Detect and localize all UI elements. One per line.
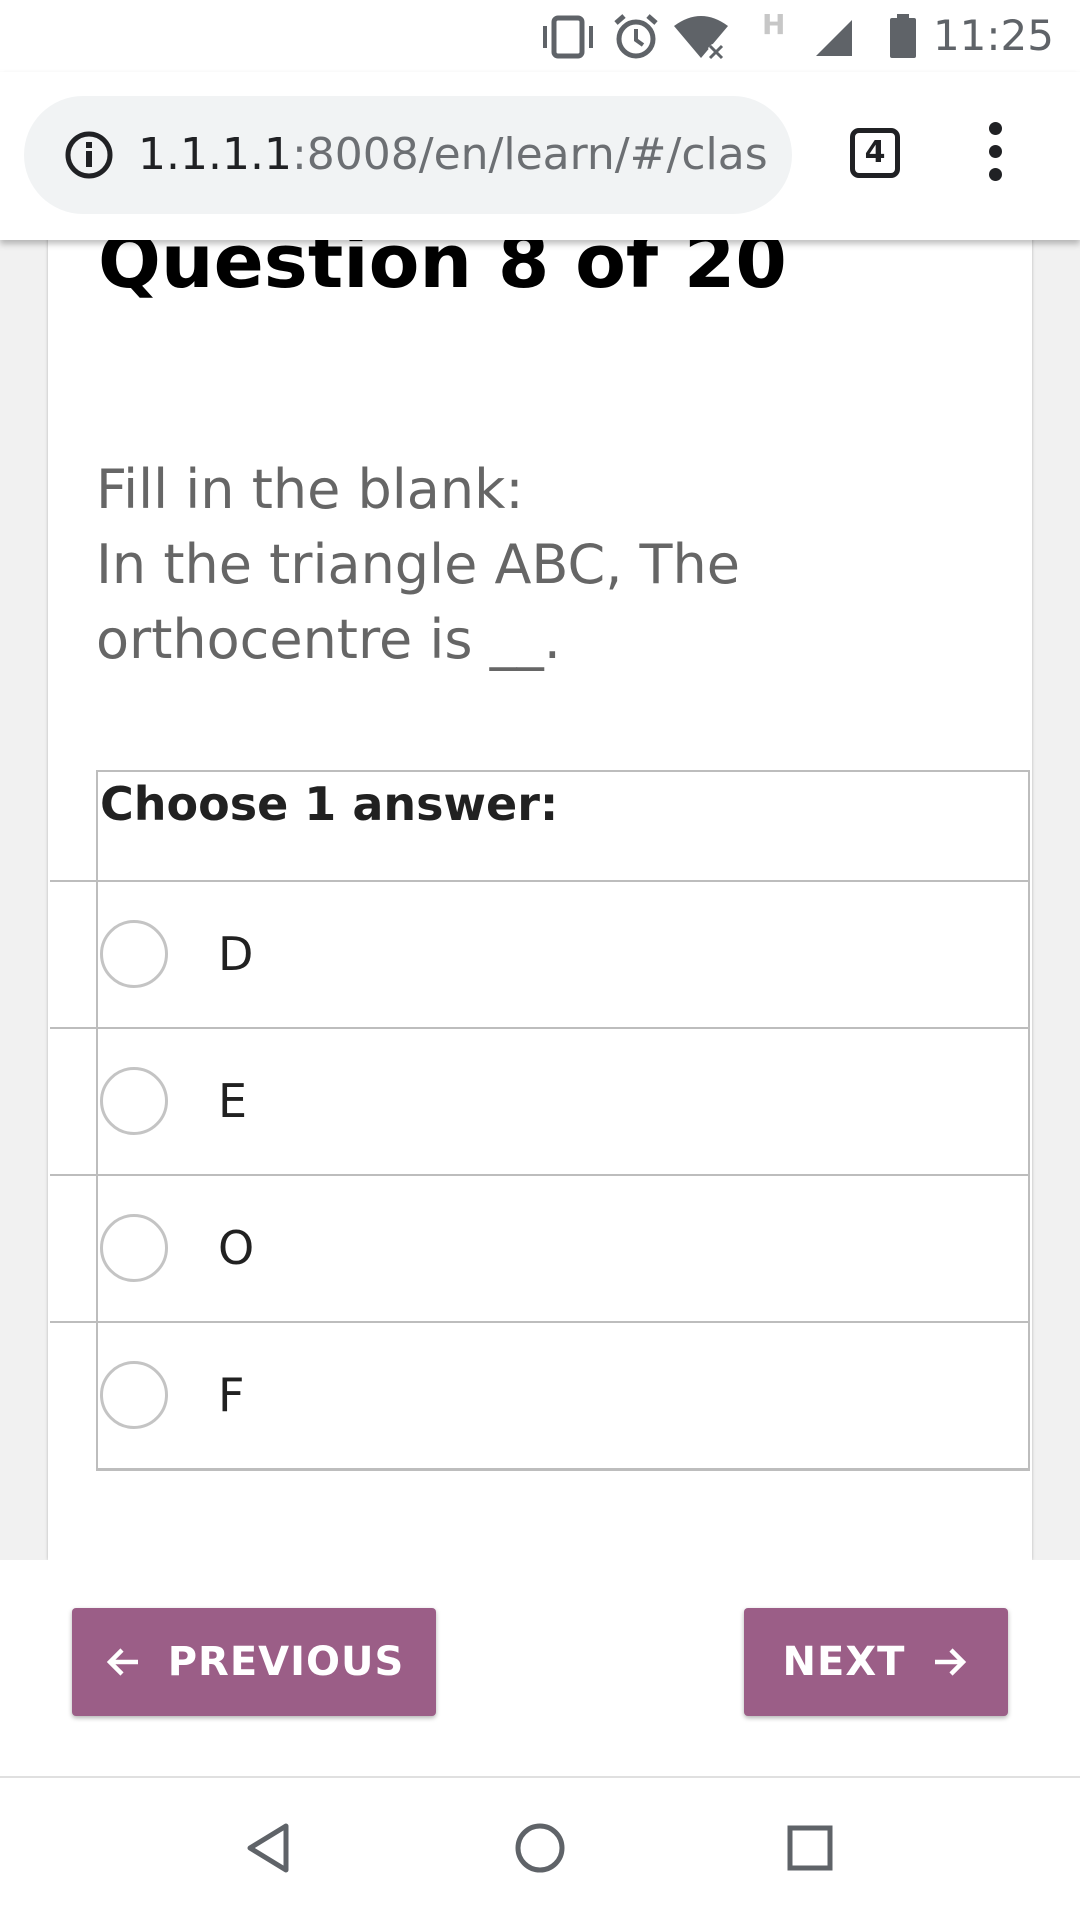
browser-toolbar: 1.1.1.1:8008/en/learn/#/clas 4	[0, 72, 1080, 240]
previous-label: PREVIOUS	[167, 1639, 405, 1685]
vibrate-icon	[543, 15, 593, 59]
info-icon[interactable]	[64, 130, 114, 180]
prompt-text: In the triangle ABC, The orthocentre is …	[96, 533, 740, 671]
divider	[50, 1027, 98, 1029]
signal-icon	[816, 20, 852, 56]
system-navigation-bar	[0, 1778, 1080, 1920]
radio-button[interactable]	[100, 1214, 168, 1282]
url-path: :8008/en/learn/#/clas	[291, 129, 768, 180]
question-prompt: Fill in the blank: In the triangle ABC, …	[96, 452, 896, 677]
answer-label: F	[218, 1368, 245, 1422]
wifi-off-icon	[674, 16, 728, 60]
question-card: Question 8 of 20 Fill in the blank: In t…	[48, 200, 1032, 1560]
arrow-right-icon	[935, 1648, 967, 1676]
overflow-menu-icon[interactable]	[980, 122, 1010, 186]
answer-label: O	[218, 1221, 255, 1275]
back-icon[interactable]	[242, 1820, 298, 1876]
address-bar[interactable]: 1.1.1.1:8008/en/learn/#/clas	[24, 96, 792, 214]
answer-label: E	[218, 1074, 248, 1128]
answer-option[interactable]: O	[50, 1174, 1030, 1321]
quiz-navigation: PREVIOUS NEXT	[0, 1560, 1080, 1778]
choose-answer-label: Choose 1 answer:	[100, 777, 559, 831]
answer-list: Choose 1 answer: D E O F	[50, 770, 1030, 1471]
answer-header: Choose 1 answer:	[96, 770, 1030, 880]
radio-button[interactable]	[100, 920, 168, 988]
prompt-instruction: Fill in the blank:	[96, 458, 524, 521]
alarm-icon	[614, 14, 658, 59]
answer-label: D	[218, 927, 254, 981]
answer-option[interactable]: F	[50, 1321, 1030, 1471]
status-bar: H 11:25	[0, 0, 1080, 72]
divider	[50, 880, 98, 882]
url-text[interactable]: 1.1.1.1:8008/en/learn/#/clas	[138, 124, 778, 186]
url-host: 1.1.1.1	[138, 129, 292, 180]
radio-button[interactable]	[100, 1067, 168, 1135]
arrow-left-icon	[106, 1648, 138, 1676]
network-type-label: H	[762, 8, 786, 41]
next-label: NEXT	[782, 1639, 906, 1685]
answer-option[interactable]: D	[50, 880, 1030, 1027]
tab-switcher-button[interactable]: 4	[850, 128, 900, 178]
next-button[interactable]: NEXT	[744, 1608, 1008, 1716]
answer-option[interactable]: E	[50, 1027, 1030, 1174]
home-icon[interactable]	[512, 1820, 568, 1876]
battery-icon	[890, 14, 916, 58]
status-time: 11:25	[932, 11, 1054, 60]
divider	[50, 1321, 98, 1323]
radio-button[interactable]	[100, 1361, 168, 1429]
recents-icon[interactable]	[782, 1820, 838, 1876]
divider	[50, 1174, 98, 1176]
previous-button[interactable]: PREVIOUS	[72, 1608, 436, 1716]
